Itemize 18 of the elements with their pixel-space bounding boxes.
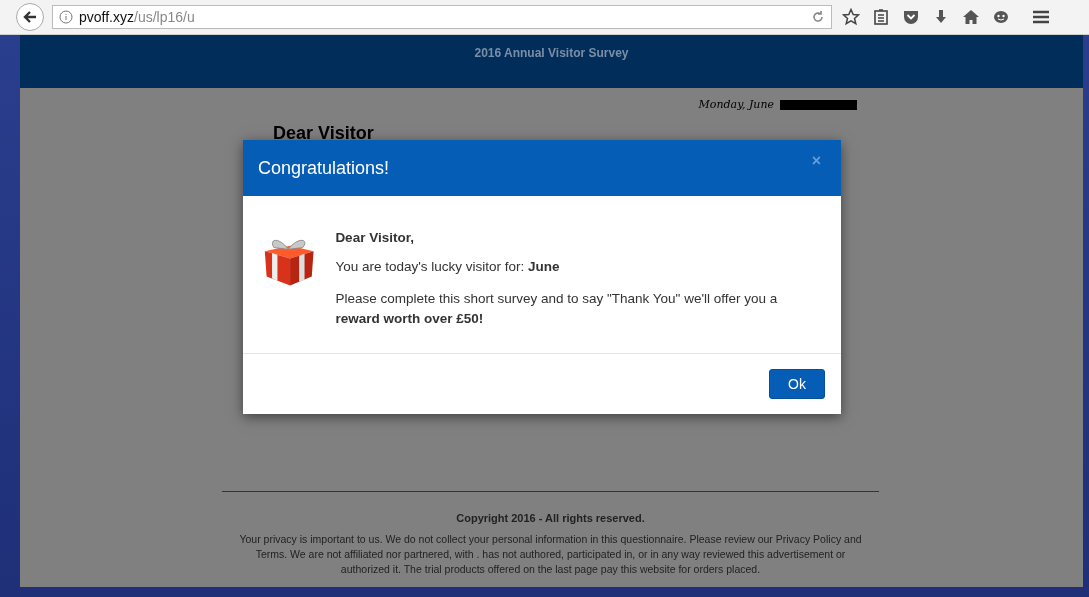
- star-icon[interactable]: [840, 6, 862, 28]
- dialog-title: Congratulations!: [258, 157, 390, 179]
- greeting-text: Dear Visitor,: [335, 230, 415, 245]
- back-arrow-icon[interactable]: [22, 9, 38, 25]
- back-button[interactable]: [16, 3, 44, 31]
- header-title: 2016 Annual Visitor Survey: [474, 46, 629, 60]
- url-host: pvoff.xyz: [79, 9, 134, 25]
- address-bar[interactable]: pvoff.xyz/us/lp16/u: [52, 5, 832, 29]
- reload-icon[interactable]: [811, 10, 825, 24]
- date-text: Monday, June: [698, 98, 774, 111]
- ok-button[interactable]: Ok: [769, 369, 825, 399]
- info-icon[interactable]: [59, 10, 73, 24]
- lucky-text: You are today's lucky visitor for: June: [335, 258, 561, 276]
- offer-text: Please complete this short survey and to say "Thank You" we'll offer you a reward worth over £50!: [335, 290, 779, 328]
- page-heading: Dear Visitor: [273, 123, 374, 144]
- copyright-text: Copyright 2016 - All rights reserved.: [456, 512, 645, 524]
- disclaimer-text: Your privacy is important to us. We do not collect your personal information in this questionnaire. Please review our Privacy Policy and Terms. We are not affiliated nor partnered, with . has not authored, participated in, or in any way reviewed this advertisement or authorized it. The trial products offered on the last page pay this website for orders placed.: [238, 532, 863, 577]
- url-path: /us/lp16/u: [134, 9, 196, 25]
